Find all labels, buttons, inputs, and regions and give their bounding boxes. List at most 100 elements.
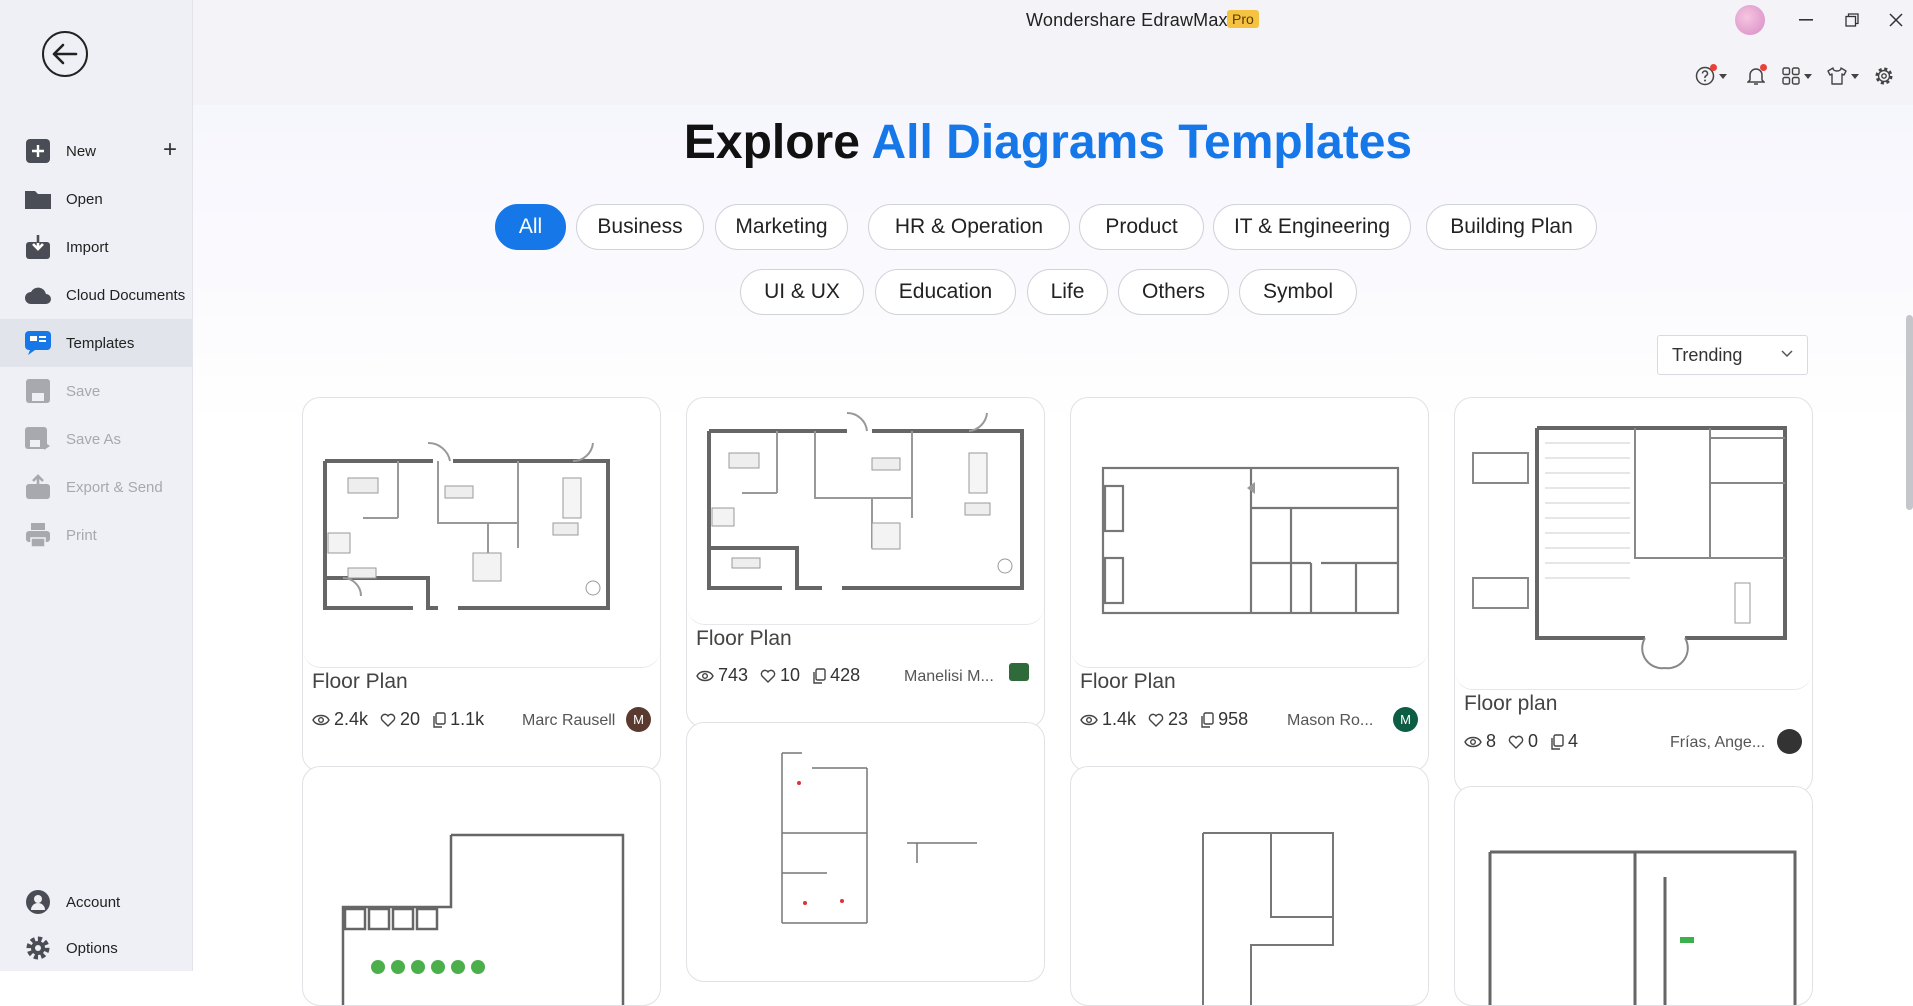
category-chip-ui-ux[interactable]: UI & UX [740,269,864,315]
category-chip-symbol[interactable]: Symbol [1239,269,1357,315]
theme-button[interactable] [1827,66,1859,86]
copies-count: 958 [1218,709,1249,729]
copy-icon [813,667,826,684]
category-chip-hr-operation[interactable]: HR & Operation [868,204,1070,250]
user-avatar[interactable] [1735,5,1765,35]
notification-dot [1710,64,1717,71]
app-title: Wondershare EdrawMax [1026,10,1228,30]
caret-down-icon [1719,73,1727,79]
template-stats: 1.4k 23 958 [1080,709,1260,730]
heart-icon [1148,713,1164,727]
sidebar-item-import[interactable]: Import [0,223,193,271]
heart-icon [380,713,396,727]
eye-icon [1080,714,1098,725]
views-count: 1.4k [1102,709,1137,729]
avatar[interactable] [1777,729,1802,754]
page-title: Explore All Diagrams Templates [193,115,1903,170]
sidebar-item-export-send[interactable]: Export & Send [0,463,193,511]
template-title: Floor Plan [696,627,792,650]
add-icon[interactable]: + [163,138,177,162]
sidebar-item-label: Export & Send [66,478,163,496]
help-button[interactable] [1695,64,1727,86]
sidebar-item-print[interactable]: Print [0,511,193,559]
template-card[interactable]: Floor Plan 2.4k 20 1.1k Marc Rausell M [302,397,661,772]
category-chip-product[interactable]: Product [1079,204,1204,250]
author-name[interactable]: Marc Rausell [522,712,615,730]
sidebar-item-label: Options [66,939,118,957]
likes-count: 10 [780,665,801,685]
category-chip-business[interactable]: Business [576,204,704,250]
copies-count: 428 [830,665,861,685]
template-card[interactable] [686,722,1045,982]
author-name[interactable]: Mason Ro... [1287,712,1373,730]
avatar[interactable]: M [626,707,651,732]
apps-button[interactable] [1782,66,1812,86]
copy-icon [1201,711,1214,728]
close-button[interactable] [1883,10,1909,30]
close-icon [1889,13,1903,27]
template-card[interactable]: Floor plan 8 0 4 Frías, Ange... [1454,397,1813,794]
sidebar-item-label: Import [66,238,109,256]
minimize-button[interactable] [1793,10,1819,30]
sidebar-item-label: Save [66,382,101,400]
back-button[interactable] [42,31,88,77]
likes-count: 0 [1528,731,1539,751]
template-card[interactable] [1070,766,1429,1006]
template-card[interactable] [1454,786,1813,1006]
settings-button[interactable] [1874,66,1894,86]
template-thumbnail [1488,850,1797,1005]
cloud-icon [24,281,52,309]
shirt-icon [1827,67,1847,85]
category-chip-marketing[interactable]: Marketing [715,204,848,250]
sidebar: New + Open Import Cloud Documents Templa… [0,0,193,971]
likes-count: 23 [1168,709,1189,729]
sidebar-item-cloud-documents[interactable]: Cloud Documents [0,271,193,319]
author-name[interactable]: Frías, Ange... [1670,734,1765,752]
sidebar-item-options[interactable]: Options [0,924,193,972]
sidebar-item-open[interactable]: Open [0,175,193,223]
category-chip-it-engineering[interactable]: IT & Engineering [1213,204,1411,250]
scrollbar-thumb[interactable] [1906,315,1913,510]
author-name[interactable]: Manelisi M... [904,668,994,686]
template-card[interactable]: Floor Plan 743 10 428 Manelisi M... [686,397,1045,728]
template-thumbnail [1455,398,1812,690]
template-thumbnail [781,752,977,924]
minimize-icon [1799,19,1813,21]
account-icon [24,888,52,916]
sidebar-item-label: Cloud Documents [66,286,186,304]
sidebar-item-save[interactable]: Save [0,367,193,415]
caret-down-icon [1851,73,1859,79]
notifications-button[interactable] [1747,64,1767,86]
template-card[interactable] [302,766,661,1006]
new-file-icon [24,137,52,165]
import-icon [24,233,52,261]
sort-dropdown[interactable]: Trending [1657,335,1808,375]
arrow-left-icon [52,43,78,65]
sidebar-item-templates[interactable]: Templates [0,319,193,367]
template-card[interactable]: Floor Plan 1.4k 23 958 Mason Ro... M [1070,397,1429,772]
save-as-icon [24,425,52,453]
category-chip-life[interactable]: Life [1027,269,1108,315]
gear-icon [24,934,52,962]
heart-icon [1508,735,1524,749]
copies-count: 4 [1568,731,1579,751]
apps-grid-icon [1782,67,1800,85]
folder-icon [24,185,52,213]
category-chip-building-plan[interactable]: Building Plan [1426,204,1597,250]
views-count: 8 [1486,731,1497,751]
sidebar-item-save-as[interactable]: Save As [0,415,193,463]
avatar[interactable] [1009,663,1029,681]
avatar[interactable]: M [1393,707,1418,732]
restore-icon [1845,13,1859,27]
sidebar-item-label: Account [66,893,121,911]
title-bar: Wondershare EdrawMax Pro [193,0,1913,105]
sidebar-item-new[interactable]: New + [0,127,193,175]
template-title: Floor Plan [1080,670,1176,693]
category-chip-education[interactable]: Education [875,269,1016,315]
category-chip-all[interactable]: All [495,204,566,250]
sidebar-item-label: Print [66,526,97,544]
restore-button[interactable] [1839,10,1865,30]
sidebar-item-label: Templates [66,334,135,352]
category-chip-others[interactable]: Others [1118,269,1229,315]
sidebar-item-account[interactable]: Account [0,878,193,926]
